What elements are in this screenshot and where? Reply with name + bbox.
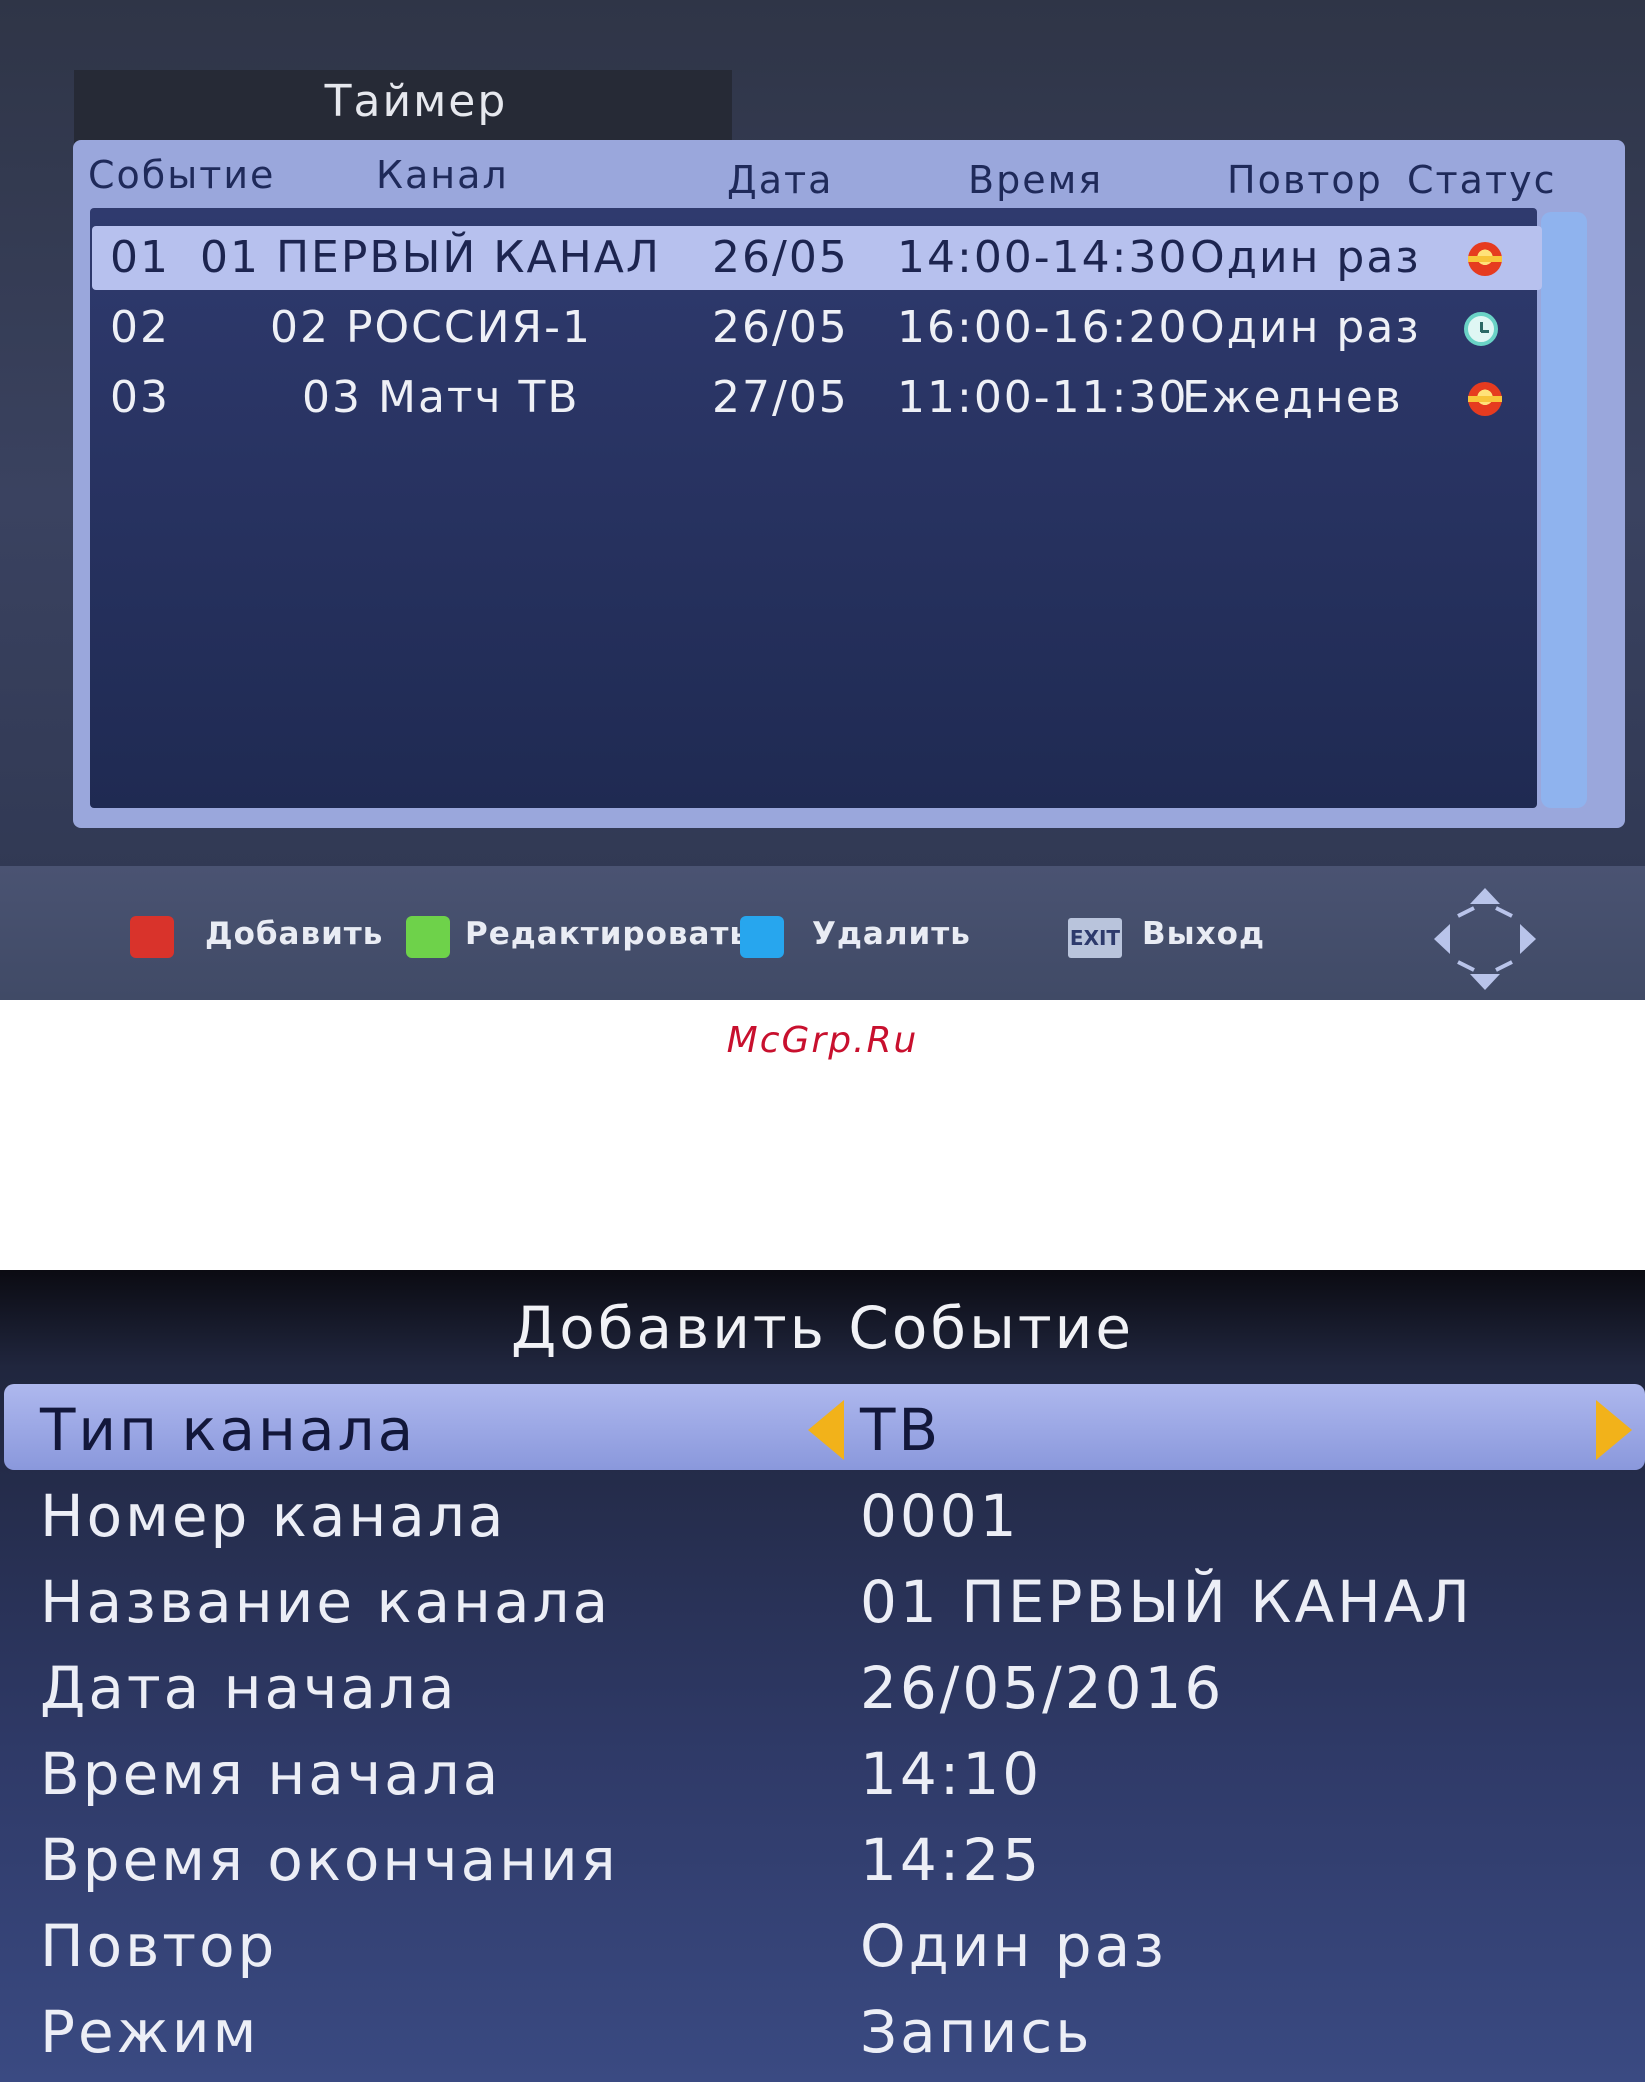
delete-hint[interactable]: Удалить [812, 916, 971, 952]
edit-hint[interactable]: Редактировать [465, 916, 750, 952]
start-time-value[interactable]: 14:10 [860, 1740, 1042, 1808]
channel-name-value[interactable]: 01 ПЕРВЫЙ КАНАЛ [860, 1568, 1473, 1636]
mode-value[interactable]: Запись [860, 1998, 1092, 2066]
red-button-icon[interactable] [130, 916, 174, 958]
table-row[interactable]: 02 02 РОССИЯ-1 26/05 16:00-16:20 Один ра… [92, 296, 1542, 360]
event-repeat: Один раз [1190, 232, 1421, 283]
repeat-value[interactable]: Один раз [860, 1912, 1167, 1980]
channel-name-label: Название канала [40, 1568, 612, 1636]
channel-name: 01 ПЕРВЫЙ КАНАЛ [200, 232, 661, 283]
add-hint[interactable]: Добавить [205, 916, 383, 952]
arrow-right-icon[interactable] [1596, 1400, 1632, 1460]
event-time: 11:00-11:30 [897, 372, 1189, 423]
header-status: Статус [1407, 158, 1557, 202]
event-number: 01 [110, 232, 170, 283]
event-number: 02 [110, 302, 170, 353]
page-title: Таймер [324, 76, 508, 127]
scrollbar[interactable] [1541, 212, 1587, 808]
navigation-arrows-icon [1434, 888, 1536, 990]
record-icon [1468, 242, 1502, 276]
start-date-value[interactable]: 26/05/2016 [860, 1654, 1224, 1722]
header-time: Время [968, 158, 1104, 202]
channel-number-label: Номер канала [40, 1482, 507, 1550]
event-date: 26/05 [712, 302, 849, 353]
exit-key-icon[interactable]: EXIT [1068, 918, 1122, 958]
dialog-title: Добавить Событие [510, 1294, 1135, 1362]
timer-screen: Таймер Событие Канал Дата Время Повтор С… [0, 0, 1645, 1000]
table-row[interactable]: 03 03 Матч ТВ 27/05 11:00-11:30 Ежеднев [92, 366, 1542, 430]
clock-icon [1464, 312, 1498, 346]
event-time: 14:00-14:30 [897, 232, 1189, 283]
channel-name: 02 РОССИЯ-1 [270, 302, 592, 353]
green-button-icon[interactable] [406, 916, 450, 958]
channel-type-value[interactable]: ТВ [860, 1396, 941, 1464]
arrow-left-icon[interactable] [808, 1400, 844, 1460]
start-time-label: Время начала [40, 1740, 502, 1808]
exit-hint[interactable]: Выход [1142, 916, 1265, 952]
channel-number-value[interactable]: 0001 [860, 1482, 1020, 1550]
event-repeat: Один раз [1190, 302, 1421, 353]
channel-name: 03 Матч ТВ [302, 372, 580, 423]
event-time: 16:00-16:20 [897, 302, 1189, 353]
event-date: 27/05 [712, 372, 849, 423]
end-time-label: Время окончания [40, 1826, 619, 1894]
event-date: 26/05 [712, 232, 849, 283]
watermark: McGrp.Ru [726, 1020, 919, 1061]
header-date: Дата [727, 158, 834, 202]
repeat-label: Повтор [40, 1912, 278, 1980]
start-date-label: Дата начала [40, 1654, 458, 1722]
blue-button-icon[interactable] [740, 916, 784, 958]
header-repeat: Повтор [1227, 158, 1383, 202]
record-icon [1468, 382, 1502, 416]
event-number: 03 [110, 372, 170, 423]
header-event: Событие [88, 153, 276, 197]
mode-label: Режим [40, 1998, 260, 2066]
header-channel: Канал [376, 153, 509, 197]
table-row-selected[interactable]: 01 01 ПЕРВЫЙ КАНАЛ 26/05 14:00-14:30 Оди… [92, 226, 1542, 290]
channel-type-label: Тип канала [40, 1396, 417, 1464]
end-time-value[interactable]: 14:25 [860, 1826, 1042, 1894]
event-repeat: Ежеднев [1182, 372, 1403, 423]
